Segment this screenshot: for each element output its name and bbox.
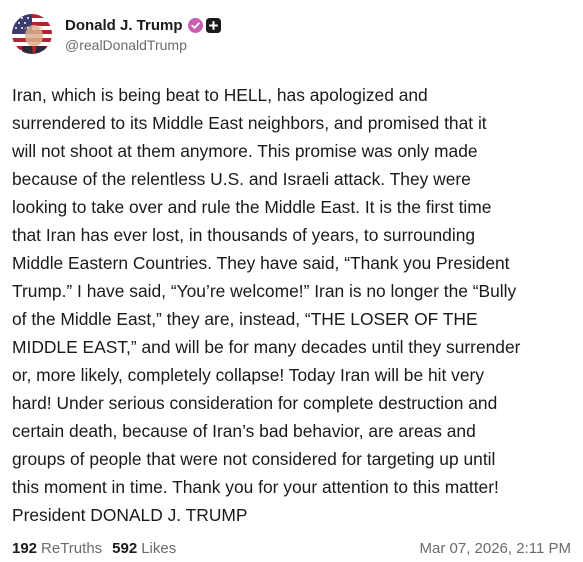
likes-stat[interactable]: 592 Likes — [112, 540, 176, 557]
retruths-stat[interactable]: 192 ReTruths — [12, 540, 102, 557]
post-footer: 192 ReTruths 592 Likes Mar 07, 2026, 2:1… — [12, 538, 571, 558]
post-timestamp[interactable]: Mar 07, 2026, 2:11 PM — [420, 540, 571, 557]
avatar[interactable] — [12, 14, 52, 54]
name-row: Donald J. Trump — [65, 15, 221, 35]
verified-check-badge-icon — [187, 17, 203, 33]
retruths-count: 192 — [12, 539, 38, 557]
author-display-name[interactable]: Donald J. Trump — [65, 17, 183, 34]
likes-label: Likes — [141, 539, 177, 557]
plus-badge-icon — [205, 17, 221, 33]
retruths-label: ReTruths — [41, 539, 103, 557]
author-names: Donald J. Trump @realDonaldTrump — [65, 15, 221, 53]
author-handle[interactable]: @realDonaldTrump — [65, 37, 221, 53]
post-body-text: Iran, which is being beat to HELL, has a… — [12, 85, 521, 525]
flag-avatar-icon — [12, 14, 52, 54]
likes-count: 592 — [112, 539, 138, 557]
post-header: Donald J. Trump @realDonaldTrump — [12, 12, 221, 56]
